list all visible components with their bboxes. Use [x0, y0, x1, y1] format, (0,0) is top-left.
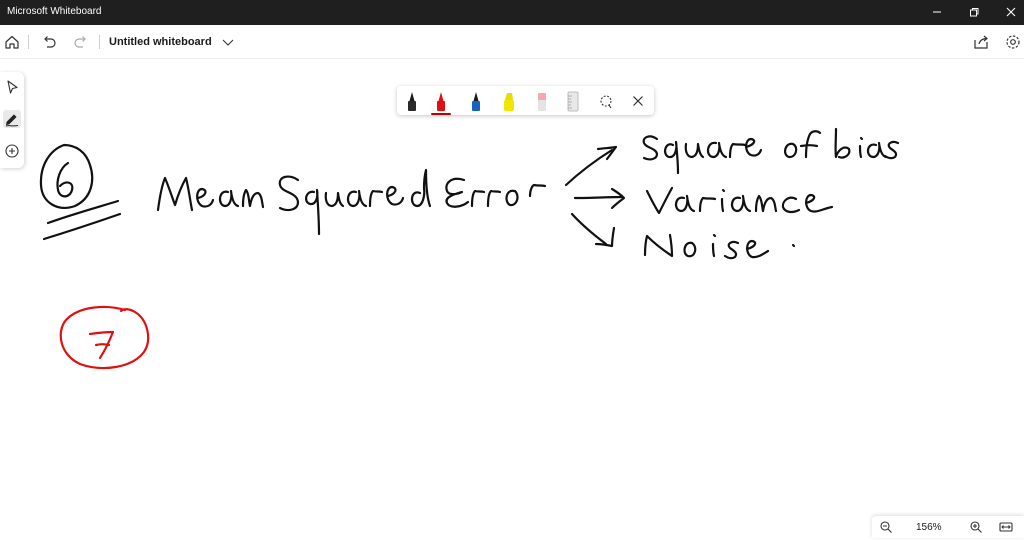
zoom-level: 156%	[916, 522, 942, 533]
lasso-icon	[600, 95, 612, 109]
red-pen[interactable]	[431, 90, 451, 115]
undo-icon	[44, 36, 56, 48]
ink-toolbar	[397, 86, 654, 115]
close-icon	[633, 96, 643, 106]
appbar-divider	[28, 35, 29, 49]
board-name-dropdown[interactable]	[219, 33, 237, 51]
close-icon	[1006, 7, 1016, 17]
minimize-icon	[933, 11, 941, 13]
ruler-icon	[567, 91, 579, 112]
eraser[interactable]	[534, 90, 550, 112]
black-pen-icon	[408, 92, 416, 111]
text-square-of-bias	[642, 127, 900, 175]
text-noise	[643, 233, 796, 260]
zoom-out-icon	[880, 521, 892, 533]
fit-to-screen-icon	[999, 522, 1013, 532]
ruler[interactable]	[565, 90, 581, 112]
zoom-out-button[interactable]	[878, 519, 894, 535]
black-pen[interactable]	[404, 90, 420, 112]
yellow-highlighter[interactable]	[501, 90, 517, 112]
pen-icon	[5, 114, 19, 127]
undo-button[interactable]	[40, 33, 58, 51]
pointer-icon	[7, 80, 18, 94]
eraser-icon	[538, 93, 546, 111]
redo-icon	[74, 36, 86, 48]
select-tool[interactable]	[3, 78, 21, 96]
settings-icon	[1006, 35, 1020, 49]
close-ink-toolbar-button[interactable]	[630, 90, 646, 112]
fit-to-screen-button[interactable]	[998, 519, 1014, 535]
arrow-noise	[570, 212, 616, 248]
home-icon	[5, 35, 19, 49]
share-icon	[974, 35, 988, 49]
blue-pen[interactable]	[468, 90, 484, 112]
share-button[interactable]	[972, 33, 990, 51]
arrow-variance	[573, 187, 626, 210]
zoom-in-button[interactable]	[968, 519, 984, 535]
window-title: Microsoft Whiteboard	[7, 6, 102, 17]
zoom-bar: 156%	[872, 516, 1024, 538]
left-toolbar	[0, 72, 24, 168]
redo-button[interactable]	[72, 33, 90, 51]
blue-pen-icon	[472, 92, 480, 111]
text-variance	[645, 186, 834, 215]
highlighter-icon	[504, 93, 514, 111]
number-7-circle	[59, 305, 150, 370]
red-pen-icon	[437, 92, 445, 111]
text-mean-squared-error	[156, 168, 547, 236]
add-tool[interactable]	[3, 142, 21, 160]
close-window-button[interactable]	[994, 0, 1024, 25]
settings-button[interactable]	[1004, 33, 1022, 51]
zoom-in-icon	[970, 521, 982, 533]
app-bar: Untitled whiteboard	[0, 25, 1024, 59]
title-bar: Microsoft Whiteboard	[0, 0, 1024, 25]
home-button[interactable]	[3, 33, 21, 51]
arrow-square-of-bias	[564, 145, 618, 187]
pen-tool[interactable]	[3, 110, 21, 128]
board-name[interactable]: Untitled whiteboard	[109, 36, 212, 48]
number-6-circle	[39, 143, 122, 241]
chevron-down-icon	[222, 39, 234, 46]
lasso-button[interactable]	[598, 90, 614, 112]
restore-icon	[970, 8, 979, 17]
appbar-divider	[99, 35, 100, 49]
minimize-button[interactable]	[920, 0, 954, 25]
add-icon	[5, 144, 19, 158]
whiteboard-canvas[interactable]	[0, 58, 1024, 538]
restore-button[interactable]	[957, 0, 991, 25]
